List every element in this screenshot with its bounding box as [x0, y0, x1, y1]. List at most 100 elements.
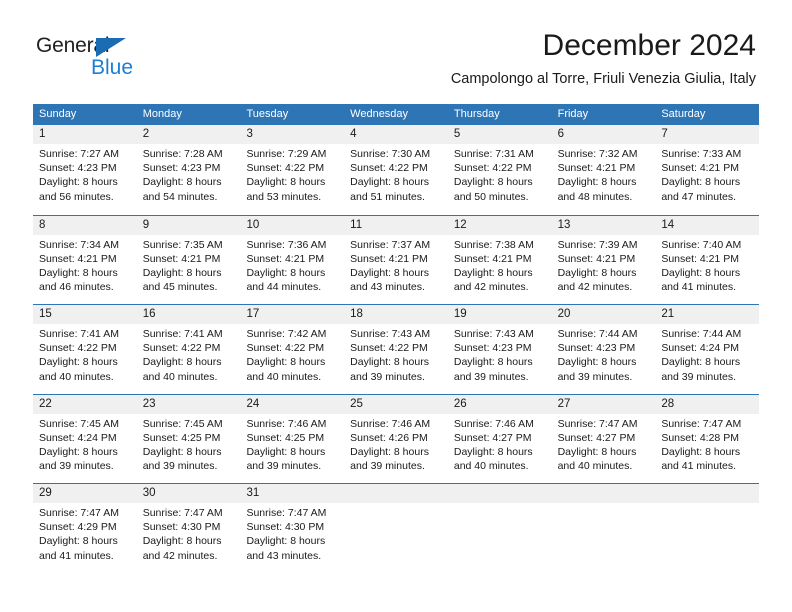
daylight-line-2: and 39 minutes.	[453, 370, 529, 383]
day-cell[interactable]: 9 Sunrise: 7:35 AM Sunset: 4:21 PM Daylight…	[136, 215, 241, 304]
day-cell[interactable]: 1 Sunrise: 7:27 AM Sunset: 4:23 PM Daylight…	[33, 125, 137, 215]
day-cell[interactable]: 8 Sunrise: 7:34 AM Sunset: 4:21 PM Daylight…	[33, 215, 137, 304]
day-details: Sunrise: 7:36 AM Sunset: 4:21 PM Daylight:…	[240, 235, 344, 295]
daylight-line-2: and 45 minutes.	[142, 281, 218, 294]
day-number: 19	[447, 305, 552, 324]
daylight-line-1: Daylight: 8 hours	[142, 356, 222, 369]
day-cell[interactable]: 31 Sunrise: 7:47 AM Sunset: 4:30 PM Dayligh…	[240, 484, 345, 573]
day-cell[interactable]: 20 Sunrise: 7:44 AM Sunset: 4:23 PM Dayligh…	[551, 305, 656, 394]
daylight-line-1: Daylight: 8 hours	[246, 266, 326, 279]
daylight-line-2: and 50 minutes.	[453, 190, 529, 203]
daylight-line-1: Daylight: 8 hours	[557, 176, 637, 189]
day-cell[interactable]: 19 Sunrise: 7:43 AM Sunset: 4:23 PM Dayligh…	[447, 305, 552, 394]
daylight-line-1: Daylight: 8 hours	[661, 445, 741, 458]
day-cell[interactable]: 7 Sunrise: 7:33 AM Sunset: 4:21 PM Daylight…	[655, 125, 760, 215]
day-cell[interactable]: 25 Sunrise: 7:46 AM Sunset: 4:26 PM Dayligh…	[344, 394, 448, 483]
day-cell[interactable]: 6 Sunrise: 7:32 AM Sunset: 4:21 PM Daylight…	[551, 125, 656, 215]
day-cell[interactable]: 21 Sunrise: 7:44 AM Sunset: 4:24 PM Dayligh…	[655, 305, 760, 394]
daylight-line-1: Daylight: 8 hours	[39, 266, 118, 279]
day-details: Sunrise: 7:44 AM Sunset: 4:24 PM Daylight:…	[655, 324, 759, 384]
daylight-line-2: and 54 minutes.	[142, 190, 218, 203]
day-number: 2	[136, 125, 241, 144]
day-details: Sunrise: 7:42 AM Sunset: 4:22 PM Daylight:…	[240, 324, 344, 384]
daylight-line-2: and 47 minutes.	[661, 190, 737, 203]
daylight-line-2: and 40 minutes.	[557, 460, 633, 473]
day-details: Sunrise: 7:40 AM Sunset: 4:21 PM Daylight:…	[655, 235, 759, 295]
day-cell[interactable]: 4 Sunrise: 7:30 AM Sunset: 4:22 PM Daylight…	[344, 125, 448, 215]
general-blue-logo[interactable]: General Blue	[36, 34, 156, 82]
day-number: 14	[655, 215, 760, 235]
sunrise-line: Sunrise: 7:47 AM	[39, 507, 119, 519]
sunset-line: Sunset: 4:21 PM	[557, 162, 636, 175]
day-details: Sunrise: 7:47 AM Sunset: 4:27 PM Daylight:…	[552, 414, 656, 474]
sunset-line: Sunset: 4:24 PM	[661, 342, 739, 355]
calendar-page: General Blue December 2024 Campolongo al…	[0, 0, 792, 612]
sunset-line: Sunset: 4:22 PM	[142, 342, 221, 355]
daylight-line-2: and 39 minutes.	[246, 460, 322, 473]
sunrise-line: Sunrise: 7:30 AM	[350, 148, 431, 160]
weekday-header-tuesday: Tuesday	[246, 108, 289, 120]
day-cell[interactable]: 10 Sunrise: 7:36 AM Sunset: 4:21 PM Dayligh…	[240, 215, 345, 304]
week-row: 15 Sunrise: 7:41 AM Sunset: 4:22 PM Dayligh…	[33, 304, 760, 394]
day-cell[interactable]: 14 Sunrise: 7:40 AM Sunset: 4:21 PM Dayligh…	[655, 215, 760, 304]
daylight-line-1: Daylight: 8 hours	[557, 445, 637, 458]
daylight-line-1: Daylight: 8 hours	[246, 176, 326, 189]
day-cell[interactable]: 16 Sunrise: 7:41 AM Sunset: 4:22 PM Dayligh…	[136, 305, 241, 394]
day-cell[interactable]: 23 Sunrise: 7:45 AM Sunset: 4:25 PM Dayligh…	[136, 394, 241, 483]
day-details: Sunrise: 7:43 AM Sunset: 4:22 PM Daylight:…	[344, 324, 448, 384]
day-cell[interactable]: 28 Sunrise: 7:47 AM Sunset: 4:28 PM Dayligh…	[655, 394, 760, 483]
week-row: 1 Sunrise: 7:27 AM Sunset: 4:23 PM Daylight…	[33, 125, 760, 215]
day-cell-empty	[551, 484, 656, 573]
day-cell[interactable]: 30 Sunrise: 7:47 AM Sunset: 4:30 PM Dayligh…	[136, 484, 241, 573]
sunrise-line: Sunrise: 7:36 AM	[246, 238, 327, 251]
sunset-line: Sunset: 4:22 PM	[350, 162, 428, 175]
logo-text-blue: Blue	[91, 56, 134, 79]
day-cell[interactable]: 27 Sunrise: 7:47 AM Sunset: 4:27 PM Dayligh…	[551, 394, 656, 483]
day-number: 12	[447, 215, 552, 235]
day-details: Sunrise: 7:45 AM Sunset: 4:24 PM Daylight:…	[33, 414, 137, 474]
day-details: Sunrise: 7:46 AM Sunset: 4:26 PM Daylight:…	[344, 414, 448, 474]
day-cell[interactable]: 18 Sunrise: 7:43 AM Sunset: 4:22 PM Dayligh…	[344, 305, 448, 394]
sunset-line: Sunset: 4:23 PM	[557, 342, 636, 355]
day-cell[interactable]: 13 Sunrise: 7:39 AM Sunset: 4:21 PM Dayligh…	[551, 215, 656, 304]
day-cell[interactable]: 2 Sunrise: 7:28 AM Sunset: 4:23 PM Daylight…	[136, 125, 241, 215]
daylight-line-2: and 39 minutes.	[557, 370, 633, 383]
daylight-line-1: Daylight: 8 hours	[661, 176, 741, 189]
day-cell[interactable]: 17 Sunrise: 7:42 AM Sunset: 4:22 PM Dayligh…	[240, 305, 345, 394]
day-number: 3	[240, 125, 345, 144]
sunset-line: Sunset: 4:22 PM	[39, 342, 117, 355]
day-number	[551, 484, 656, 503]
daylight-line-1: Daylight: 8 hours	[142, 176, 222, 189]
day-cell[interactable]: 29 Sunrise: 7:47 AM Sunset: 4:29 PM Dayligh…	[33, 484, 137, 573]
day-number: 26	[447, 394, 552, 414]
day-cell[interactable]: 22 Sunrise: 7:45 AM Sunset: 4:24 PM Dayligh…	[33, 394, 137, 483]
sunset-line: Sunset: 4:21 PM	[39, 252, 117, 265]
sunrise-line: Sunrise: 7:34 AM	[39, 238, 119, 251]
day-cell[interactable]: 24 Sunrise: 7:46 AM Sunset: 4:25 PM Dayligh…	[240, 394, 345, 483]
sunset-line: Sunset: 4:21 PM	[661, 252, 739, 265]
day-cell[interactable]: 15 Sunrise: 7:41 AM Sunset: 4:22 PM Dayligh…	[33, 305, 137, 394]
day-details: Sunrise: 7:46 AM Sunset: 4:27 PM Daylight:…	[448, 414, 552, 474]
day-number: 20	[551, 305, 656, 324]
day-cell[interactable]: 5 Sunrise: 7:31 AM Sunset: 4:22 PM Daylight…	[447, 125, 552, 215]
day-cell[interactable]: 12 Sunrise: 7:38 AM Sunset: 4:21 PM Dayligh…	[447, 215, 552, 304]
sunset-line: Sunset: 4:22 PM	[246, 342, 325, 355]
weekday-header-monday: Monday	[142, 108, 182, 120]
sunrise-line: Sunrise: 7:45 AM	[142, 417, 223, 430]
sunrise-line: Sunrise: 7:32 AM	[557, 148, 638, 160]
daylight-line-2: and 40 minutes.	[39, 370, 114, 383]
sunset-line: Sunset: 4:25 PM	[246, 431, 325, 444]
sunrise-line: Sunrise: 7:33 AM	[661, 148, 742, 160]
day-cell-empty	[655, 484, 760, 573]
day-cell[interactable]: 11 Sunrise: 7:37 AM Sunset: 4:21 PM Dayligh…	[344, 215, 448, 304]
day-cell[interactable]: 26 Sunrise: 7:46 AM Sunset: 4:27 PM Dayligh…	[447, 394, 552, 483]
daylight-line-2: and 39 minutes.	[142, 460, 218, 473]
daylight-line-2: and 56 minutes.	[39, 190, 114, 203]
day-details: Sunrise: 7:47 AM Sunset: 4:30 PM Daylight:…	[240, 503, 344, 563]
sunrise-line: Sunrise: 7:47 AM	[246, 507, 327, 519]
sunset-line: Sunset: 4:21 PM	[246, 252, 325, 265]
daylight-line-1: Daylight: 8 hours	[453, 176, 533, 189]
day-number: 8	[33, 215, 137, 235]
daylight-line-1: Daylight: 8 hours	[557, 356, 637, 369]
day-cell[interactable]: 3 Sunrise: 7:29 AM Sunset: 4:22 PM Daylight…	[240, 125, 345, 215]
